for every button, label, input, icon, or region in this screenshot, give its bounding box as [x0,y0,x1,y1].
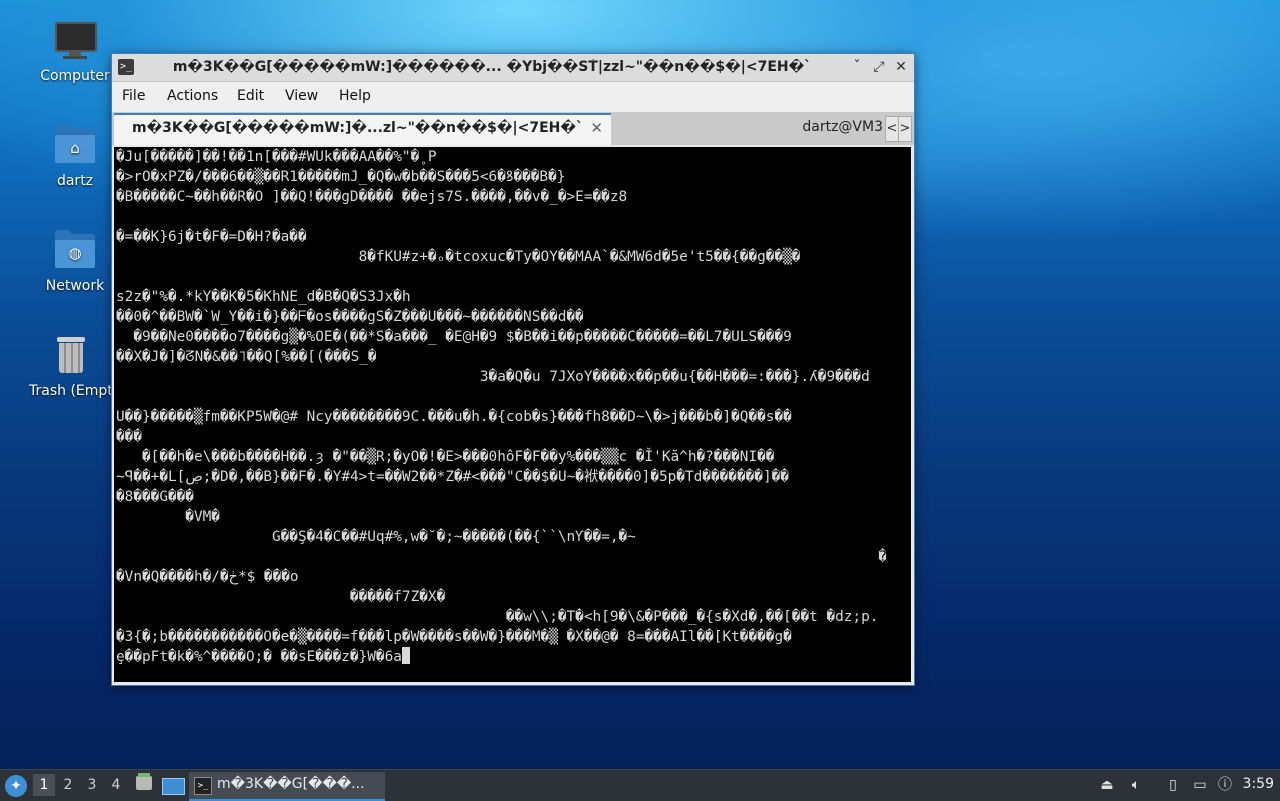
terminal-line: s2z�"%�.*kY��K�5�KhNE_d�B�Q�S3Jx�h [116,289,411,305]
terminal-line: G��Ş�4�C��#Uq#%,w�˘�;~�����(��{``\nƳ��=,… [116,529,636,545]
workspace-1-button[interactable]: 1 [33,774,55,796]
terminal-line: �8���G��� [116,489,194,505]
clock[interactable]: 3:59 [1243,776,1274,792]
menubar: File Actions Edit View Help [112,82,914,112]
taskbar-terminal-task[interactable]: >_ m�3K��G[���... [189,772,385,801]
terminal-line: �����f7Z�X� [116,589,446,605]
desktop-icon-network[interactable]: ◍ Network [29,228,121,294]
tab-title: m�3K��G[�����mW:]�...zl~"��n��$�|<7EH�` [132,120,583,136]
tab-bar: m�3K��G[�����mW:]�...zl~"��n��$�|<7EH�` … [112,112,914,145]
terminal-line: �>rO�xPZ�/���6��▒��R1�����mJ_�Q�w�b��S��… [116,169,566,185]
home-folder-icon: ⌂ [53,123,97,167]
minimize-button[interactable]: ˇ [848,58,866,76]
terminal-window: >_ m�3K��G[�����mW:]������... �Ybj��SṪ|z… [111,53,915,686]
menu-file[interactable]: File [122,88,145,104]
terminal-line: ��X�J�]�ᘔN�&��˥��Q[%��[(���S_� [116,349,377,365]
workspace-2-button[interactable]: 2 [57,774,79,796]
terminal-task-icon: >_ [194,777,212,795]
taskbar: ✦ 1 2 3 4 >_ m�3K��G[���... ⏏ 🔈︎ ▯ ▭ ⓘ 3… [0,769,1280,801]
clipboard-icon[interactable]: ▯ [1163,775,1183,795]
desktop-icon-label: Trash (Empty) [29,383,113,399]
terminal-line: �[��h�e\���b����H��.ȝ �"��▒R;�yO�!�E>���… [116,449,775,465]
terminal-line: �3{�;b�����������O�e�▒����=f���lp�W����s… [116,629,792,645]
window-title: m�3K��G[�����mW:]������... �Ybj��SṪ|zzl~… [172,59,812,75]
terminal-output[interactable]: �Ju[�����]��!��1n[���#WUk���AA��%"�˳P �>… [114,147,911,682]
terminal-line: ��Np�M��x�,W��ᓫ�>>�� [878,549,886,565]
desktop-icon-trash[interactable]: Trash (Empty) [29,333,113,399]
terminal-line: U��}�����▒fm��KP5W�@# Ncy��������9C.���u… [116,409,792,425]
desktop-launcher-icon[interactable] [162,773,185,797]
file-manager-launcher-icon[interactable] [135,773,153,797]
terminal-line-last: ȩ��pFt�k�%^����O;� ��sE���z�}W�6a [116,647,410,667]
desktop-icon-label: Network [45,278,105,294]
computer-icon [53,18,97,62]
desktop-icon-home[interactable]: ⌂ dartz [29,123,121,189]
workspace-3-button[interactable]: 3 [81,774,103,796]
terminal-cursor [401,647,410,664]
terminal-app-icon: >_ [118,59,134,75]
keyboard-layout-icon[interactable]: ⏏ [1097,775,1117,795]
terminal-line: 3�a�Q�u 7JXoY����x��p��u{��H���=:���}.ʎ�… [116,369,870,385]
trash-icon [49,333,93,377]
tab-close-icon[interactable]: ✕ [590,119,603,137]
tab-active[interactable]: m�3K��G[�����mW:]�...zl~"��n��$�|<7EH�` … [114,113,611,145]
desktop-icon-label: dartz [56,173,94,189]
terminal-line: ��0�^��BW�`W_Y��i�}��ᖴ�os����gS�Z���U���… [116,309,584,325]
terminal-line: ��w\\;�T�<h[9�\&�P���_�{s�Xd�,��[��t �dz… [116,609,879,625]
network-folder-icon: ◍ [53,228,97,272]
menu-view[interactable]: View [285,88,318,104]
terminal-line: F[-��Q������鸓���� [116,207,886,227]
terminal-line: �� [116,387,886,407]
terminal-line: �=��K}6j�t�F�=D�H?�a�� [116,229,307,245]
start-menu-button[interactable]: ✦ [5,775,27,797]
network-status-icon[interactable]: ▭ [1190,775,1210,795]
terminal-line: �B�����C~��h��R�O ]��Q!���gD���� ��ejs7S… [116,189,628,205]
tab-title: dartz@VM3 [802,119,883,135]
terminal-line: ��� [116,429,142,445]
tab-scroll-right-button[interactable]: > [898,116,912,142]
terminal-line: �Vn�Q����h�/�ڂ*$ ���o [116,569,299,585]
task-label: m�3K��G[���... [217,776,365,792]
workspace-4-button[interactable]: 4 [105,774,127,796]
terminal-line: ~ꟼ��+�L[ڝ;�D�,��B}��F�.�Y#4>t=��W2��*Z�#… [116,469,789,485]
terminal-line: ▒�|� [116,267,886,287]
tab-inactive[interactable]: dartz@VM3 [613,116,883,143]
terminal-line-text: ȩ��pFt�k�%^����O;� ��sE���z�}W�6a [116,649,402,665]
menu-edit[interactable]: Edit [237,88,264,104]
terminal-line: �VM� [116,509,220,525]
close-button[interactable]: ✕ [892,58,910,76]
maximize-button[interactable]: ⤢ [870,58,888,76]
tab-scroll-left-button[interactable]: < [885,116,899,142]
desktop-icon-computer[interactable]: Computer [29,18,121,84]
volume-icon[interactable]: 🔈︎ [1126,775,1146,795]
terminal-line: 8�fKU#z+�ₒ�tcoxuc�Ty�OY��MAA`�&MW6d�5e't… [116,249,801,265]
terminal-line: �Ju[�����]��!��1n[���#WUk���AA��%"�˳P [116,149,437,165]
notification-icon[interactable]: ⓘ [1215,775,1235,795]
desktop-icon-label: Computer [40,68,110,84]
terminal-line: �9��Ne0����o7����g▒�%OE�(��*S�a���_ �E@H… [116,329,792,345]
menu-help[interactable]: Help [339,88,371,104]
menu-actions[interactable]: Actions [167,88,218,104]
window-titlebar[interactable]: >_ m�3K��G[�����mW:]������... �Ybj��SṪ|z… [112,54,914,82]
